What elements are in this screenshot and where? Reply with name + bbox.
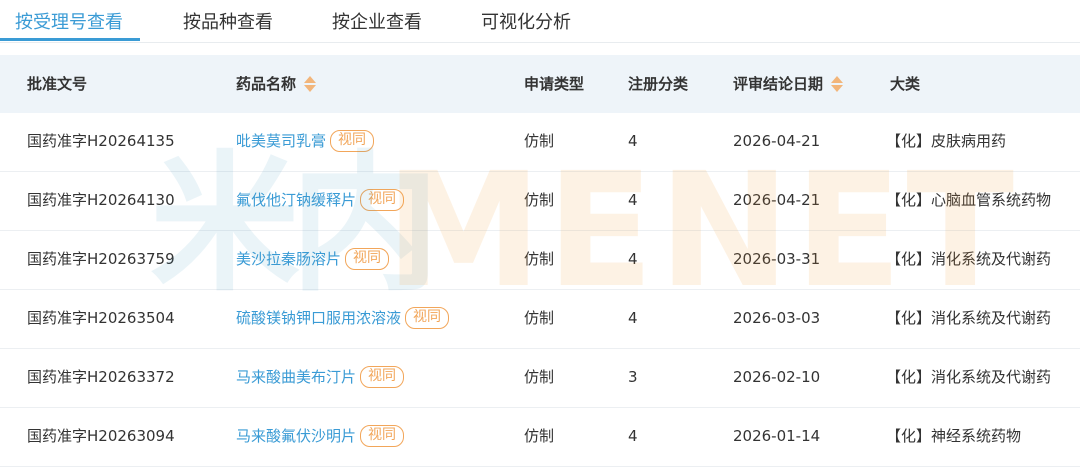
registration-class: 4 <box>628 250 638 268</box>
drug-name-link[interactable]: 硫酸镁钠钾口服用浓溶液 <box>236 309 401 327</box>
equivalence-badge: 视同 <box>405 306 450 329</box>
header-registration-class: 注册分类 <box>628 75 689 93</box>
equivalence-badge: 视同 <box>345 247 390 270</box>
category: 【化】消化系统及代谢药 <box>886 309 1052 327</box>
registration-class: 4 <box>628 427 638 445</box>
header-drug-name-group[interactable]: 药品名称 <box>236 55 317 113</box>
approval-number: 国药准字H20264130 <box>27 191 175 209</box>
category: 【化】皮肤病用药 <box>886 132 1007 150</box>
active-tab-indicator <box>0 38 140 41</box>
header-application-type: 申请类型 <box>524 75 585 93</box>
drug-name-link[interactable]: 马来酸曲美布汀片 <box>236 368 356 386</box>
approval-number: 国药准字H20264135 <box>27 132 175 150</box>
header-approval-number: 批准文号 <box>27 75 88 93</box>
table-row: 国药准字H20264135 吡美莫司乳膏 视同 仿制 4 2026-04-21 【… <box>0 113 1080 172</box>
registration-class: 4 <box>628 191 638 209</box>
table-row: 国药准字H20263094 马来酸氟伏沙明片 视同 仿制 4 2026-01-14… <box>0 408 1080 467</box>
application-type: 仿制 <box>524 427 555 445</box>
application-type: 仿制 <box>524 250 555 268</box>
drug-name-cell: 硫酸镁钠钾口服用浓溶液 视同 <box>236 290 450 348</box>
tab-by-product[interactable]: 按品种查看 <box>183 8 273 34</box>
tab-visual-analysis[interactable]: 可视化分析 <box>481 8 571 34</box>
drug-name-cell: 氟伐他汀钠缓释片 视同 <box>236 172 405 230</box>
equivalence-badge: 视同 <box>360 424 405 447</box>
review-date: 2026-03-03 <box>733 309 821 327</box>
drug-name-link[interactable]: 马来酸氟伏沙明片 <box>236 427 356 445</box>
table-row: 国药准字H20263372 马来酸曲美布汀片 视同 仿制 3 2026-02-10… <box>0 349 1080 408</box>
review-date: 2026-01-14 <box>733 427 821 445</box>
category: 【化】心脑血管系统药物 <box>886 191 1052 209</box>
application-type: 仿制 <box>524 368 555 386</box>
review-date: 2026-03-31 <box>733 250 821 268</box>
review-date: 2026-04-21 <box>733 191 821 209</box>
review-date: 2026-04-21 <box>733 132 821 150</box>
application-type: 仿制 <box>524 191 555 209</box>
header-drug-name: 药品名称 <box>236 75 297 93</box>
equivalence-badge: 视同 <box>330 129 375 152</box>
equivalence-badge: 视同 <box>360 188 405 211</box>
application-type: 仿制 <box>524 132 555 150</box>
registration-class: 4 <box>628 309 638 327</box>
tab-by-company[interactable]: 按企业查看 <box>332 8 422 34</box>
tab-bar: 按受理号查看 按品种查看 按企业查看 可视化分析 <box>0 0 1080 43</box>
header-review-date-group[interactable]: 评审结论日期 <box>733 55 844 113</box>
approval-number: 国药准字H20263759 <box>27 250 175 268</box>
header-category: 大类 <box>890 75 921 93</box>
drug-name-link[interactable]: 美沙拉秦肠溶片 <box>236 250 341 268</box>
registration-class: 4 <box>628 132 638 150</box>
application-type: 仿制 <box>524 309 555 327</box>
drug-name-cell: 吡美莫司乳膏 视同 <box>236 113 375 171</box>
review-date: 2026-02-10 <box>733 368 821 386</box>
category: 【化】消化系统及代谢药 <box>886 250 1052 268</box>
approval-number: 国药准字H20263094 <box>27 427 175 445</box>
table-header: 批准文号 药品名称 申请类型 注册分类 评审结论日期 大类 <box>0 55 1080 113</box>
registration-class: 3 <box>628 368 638 386</box>
drug-name-link[interactable]: 吡美莫司乳膏 <box>236 132 326 150</box>
table-row: 国药准字H20264130 氟伐他汀钠缓释片 视同 仿制 4 2026-04-21… <box>0 172 1080 231</box>
tab-by-acceptance-number[interactable]: 按受理号查看 <box>15 8 123 34</box>
sort-icon[interactable] <box>831 75 844 93</box>
sort-icon[interactable] <box>304 75 317 93</box>
equivalence-badge: 视同 <box>360 365 405 388</box>
drug-name-link[interactable]: 氟伐他汀钠缓释片 <box>236 191 356 209</box>
approval-table: 批准文号 药品名称 申请类型 注册分类 评审结论日期 大类 国药准字H20264… <box>0 55 1080 467</box>
approval-number: 国药准字H20263372 <box>27 368 175 386</box>
table-row: 国药准字H20263504 硫酸镁钠钾口服用浓溶液 视同 仿制 4 2026-03… <box>0 290 1080 349</box>
header-review-date: 评审结论日期 <box>733 75 824 93</box>
drug-name-cell: 马来酸曲美布汀片 视同 <box>236 349 405 407</box>
drug-name-cell: 马来酸氟伏沙明片 视同 <box>236 408 405 466</box>
approval-number: 国药准字H20263504 <box>27 309 175 327</box>
table-row: 国药准字H20263759 美沙拉秦肠溶片 视同 仿制 4 2026-03-31 … <box>0 231 1080 290</box>
drug-name-cell: 美沙拉秦肠溶片 视同 <box>236 231 390 289</box>
category: 【化】消化系统及代谢药 <box>886 368 1052 386</box>
category: 【化】神经系统药物 <box>886 427 1022 445</box>
